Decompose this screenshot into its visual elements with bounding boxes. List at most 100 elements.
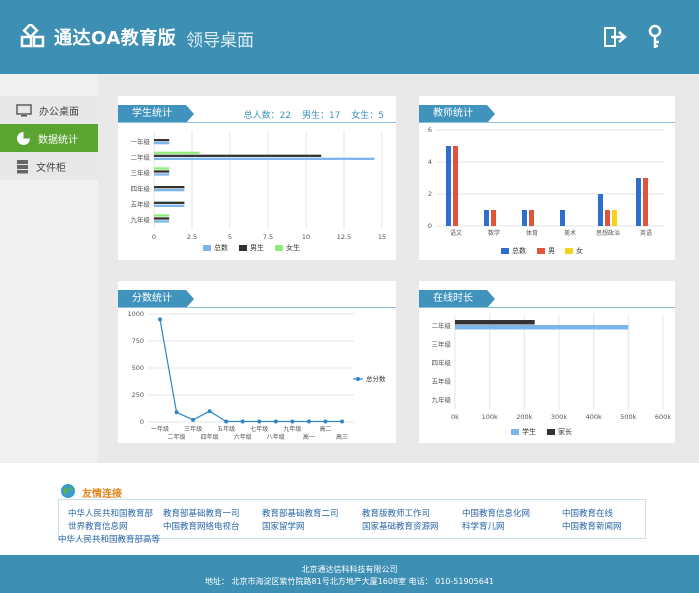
data-point (207, 409, 212, 414)
bar (154, 214, 170, 217)
bar (154, 220, 170, 223)
legend-label: 总数 (512, 246, 526, 255)
friend-link[interactable]: 教育部基础教育一司 (163, 507, 240, 519)
bar (154, 157, 375, 160)
teacher-bar-chart: 0 2 4 6 语文 数学 体育 美术 思想政治 英语总数 男 女 (428, 126, 665, 255)
student-bar-chart: 0 2.5 5 7.5 10 12.5 15 一年级二年级三年级四年级五年级九年级总数 男生 女生 (131, 132, 386, 252)
globe-icon (61, 484, 75, 498)
key-icon[interactable] (642, 24, 668, 50)
y-tick-label: 四年级 (131, 184, 151, 193)
main-area: 学生统计 总人数：22 男生：17 女生：5 0 2.5 5 7.5 10 12.5 15 一… (98, 74, 699, 463)
y-tick-label: 九年级 (432, 395, 452, 404)
bar (560, 210, 565, 226)
legend-swatch (203, 245, 211, 251)
sidebar-item-cabinet[interactable]: 文件柜 (0, 152, 98, 180)
student-stats-panel: 学生统计 总人数：22 男生：17 女生：5 0 2.5 5 7.5 10 12.5 15 一… (118, 96, 396, 260)
x-tick-label: 美术 (564, 229, 576, 237)
monitor-icon (16, 103, 32, 116)
x-tick-label: 100k (482, 413, 498, 421)
bar (154, 151, 200, 154)
data-point (191, 417, 196, 422)
x-tick-label: 10 (302, 233, 310, 241)
friend-link[interactable]: 国家基础教育资源网 (362, 520, 439, 532)
x-tick-label: 15 (378, 233, 386, 241)
legend-swatch (275, 245, 283, 251)
bar (154, 189, 185, 192)
friend-link[interactable]: 教育版教师工作司 (362, 507, 430, 519)
friend-link[interactable]: 中国教育在线 (562, 507, 613, 519)
legend-swatch (547, 429, 555, 435)
x-tick-label: 语文 (450, 229, 462, 237)
sidebar-item-desktop[interactable]: 办公桌面 (0, 96, 98, 124)
sidebar-item-label: 文件柜 (36, 162, 66, 174)
legend-swatch (501, 248, 509, 254)
y-tick-label: 五年级 (432, 376, 452, 385)
y-tick-label: 九年级 (131, 215, 151, 224)
legend-label: 女生 (286, 243, 300, 252)
x-tick-label: 0 (152, 233, 156, 241)
x-tick-label: 一年级 (151, 425, 169, 433)
y-tick-label: 五年级 (131, 200, 151, 209)
bar (154, 142, 170, 145)
sidebar: 办公桌面 数据统计 文件柜 (0, 74, 98, 463)
friend-link[interactable]: 教育部基础教育二司 (262, 507, 339, 519)
data-point (174, 410, 179, 415)
y-tick-label: 2 (428, 190, 432, 198)
legend-swatch (239, 245, 247, 251)
data-point (240, 419, 245, 424)
logout-icon[interactable] (602, 24, 628, 50)
y-tick-label: 500 (132, 364, 144, 372)
y-tick-label: 四年级 (432, 358, 452, 367)
x-tick-label: 七年级 (250, 425, 268, 433)
y-tick-label: 6 (428, 126, 432, 134)
x-tick-label: 英语 (640, 229, 652, 237)
bar (491, 210, 496, 226)
y-tick-label: 二年级 (432, 321, 452, 330)
y-tick-label: 三年级 (131, 168, 151, 177)
sidebar-item-label: 办公桌面 (39, 106, 79, 118)
app-title: 通达OA教育版 (54, 28, 177, 49)
sidebar-item-statistics[interactable]: 数据统计 (0, 124, 98, 152)
bar (522, 210, 527, 226)
y-tick-label: 250 (132, 391, 144, 399)
bar (605, 210, 610, 226)
x-tick-label: 八年级 (267, 433, 285, 441)
legend-swatch (511, 429, 519, 435)
friend-link[interactable]: 国家留学网 (262, 520, 305, 532)
bar (484, 210, 489, 226)
x-tick-label: 12.5 (337, 233, 351, 241)
bar (612, 210, 617, 226)
friend-link[interactable]: 中华人民共和国教育部高等 (58, 533, 160, 545)
y-tick-label: 1000 (127, 310, 144, 318)
x-tick-label: 六年级 (234, 433, 252, 441)
x-tick-label: 三年级 (184, 425, 202, 433)
x-tick-label: 300k (551, 413, 567, 421)
online-bar-chart: 0k 100k 200k 300k 400k 500k 600k 二年级三年级四年级五年级九年… (432, 315, 671, 436)
x-tick-label: 五年级 (217, 425, 235, 433)
friend-link[interactable]: 世界教育信息网 (68, 520, 128, 532)
logo-icon (20, 24, 45, 48)
score-line-chart: 0 250 500 750 1000 一年级二年级三年级四年级五年级六年级七年级八年级九年… (127, 310, 386, 441)
y-tick-label: 0 (428, 222, 432, 230)
pie-chart-icon (17, 131, 30, 145)
friend-links-title: 友情连接 (82, 489, 122, 500)
legend-label: 男生 (250, 243, 264, 252)
x-tick-label: 二年级 (168, 433, 186, 441)
data-point (273, 419, 278, 424)
header: 通达OA教育版 领导桌面 (0, 0, 699, 74)
friend-link[interactable]: 中国教育新闻网 (562, 520, 622, 532)
footer-company: 北京通达信科科技有限公司 (301, 565, 398, 574)
legend-label: 总分数 (366, 374, 386, 383)
data-point (290, 419, 295, 424)
score-stats-panel: 分数统计 0 250 500 750 1000 一年级 二年级 三年级 四年级 五年级 六年级 七年级… (118, 281, 396, 443)
bar (154, 170, 170, 173)
y-tick-label: 0 (140, 418, 144, 426)
x-tick-label: 600k (655, 413, 671, 421)
friend-link[interactable]: 科学育儿网 (462, 520, 505, 532)
x-tick-label: 2.5 (187, 233, 197, 241)
data-point (224, 419, 229, 424)
friend-link[interactable]: 中国教育网络电视台 (163, 520, 240, 532)
friend-link[interactable]: 中国教育信息化网 (462, 507, 530, 519)
friend-link[interactable]: 中华人民共和国教育部 (68, 507, 153, 519)
legend-label: 女 (576, 246, 583, 255)
